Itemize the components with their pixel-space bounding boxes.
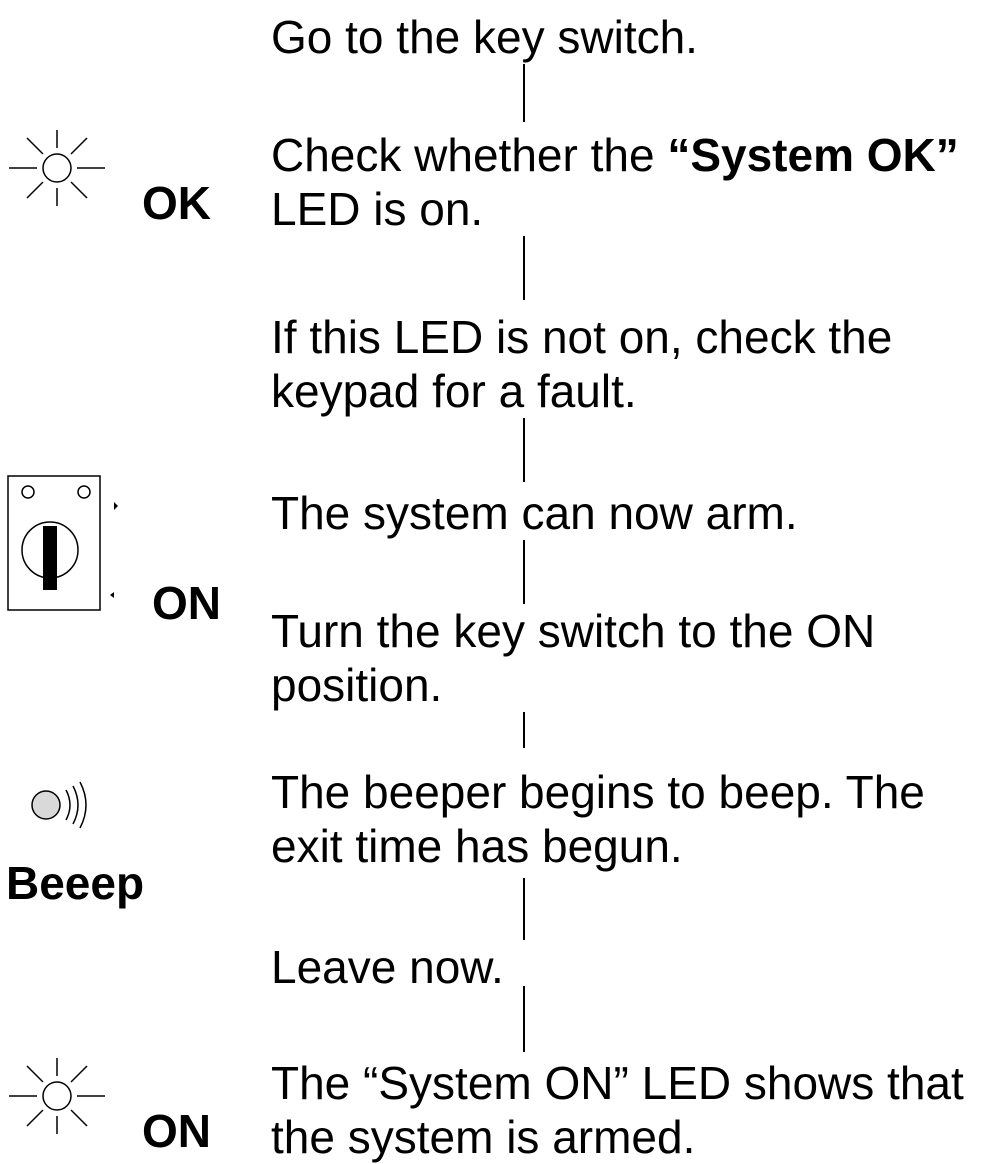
led-lit-icon	[9, 130, 105, 206]
step-turn-key: Turn the key switch to the ON position.	[271, 604, 880, 712]
connector-line	[523, 412, 525, 482]
key-switch-icon	[7, 475, 118, 611]
step-text-line: Turn the key switch to the ON	[271, 605, 876, 657]
step-leave-now: Leave now.	[271, 940, 508, 994]
step-text-line: position.	[271, 659, 443, 711]
step-text-fragment: Check whether the	[271, 129, 668, 181]
step-system-on: The “System ON” LED shows that the syste…	[271, 1056, 968, 1164]
step-text-line: Check whether the “System OK”	[271, 128, 959, 182]
on-key-label: ON	[152, 577, 221, 629]
step-text-line: The system can now arm.	[271, 487, 798, 539]
connector-line	[523, 230, 525, 300]
led-lit-icon	[9, 1058, 105, 1134]
step-text-line: Leave now.	[271, 941, 504, 993]
step-led-not-on: If this LED is not on, check the keypad …	[271, 310, 897, 418]
step-text-line: If this LED is not on, check the	[271, 311, 893, 363]
step-text-line: exit time has begun.	[271, 820, 683, 872]
on-led-label: ON	[142, 1105, 211, 1157]
connector-line	[523, 58, 525, 122]
ok-label: OK	[142, 177, 211, 229]
connector-line	[523, 540, 525, 610]
step-text-line: The “System ON” LED shows that	[271, 1057, 964, 1109]
step-text-line: Go to the key switch.	[271, 11, 698, 63]
connector-line	[523, 986, 525, 1052]
step-check-system-ok: Check whether the “System OK” LED is on.	[271, 128, 963, 236]
system-ok-emphasis: “System OK”	[667, 129, 959, 181]
step-text-line: The beeper begins to beep. The	[271, 766, 925, 818]
step-text-line: keypad for a fault.	[271, 365, 637, 417]
connector-line	[523, 878, 525, 940]
step-text-line: the system is armed.	[271, 1111, 696, 1163]
beeper-icon	[31, 781, 87, 829]
beeep-label: Beeep	[6, 857, 145, 909]
step-text-line: LED is on.	[271, 183, 484, 235]
step-go-to-key-switch: Go to the key switch.	[271, 10, 702, 64]
step-system-can-arm: The system can now arm.	[271, 486, 802, 540]
step-beeper: The beeper begins to beep. The exit time…	[271, 765, 929, 873]
